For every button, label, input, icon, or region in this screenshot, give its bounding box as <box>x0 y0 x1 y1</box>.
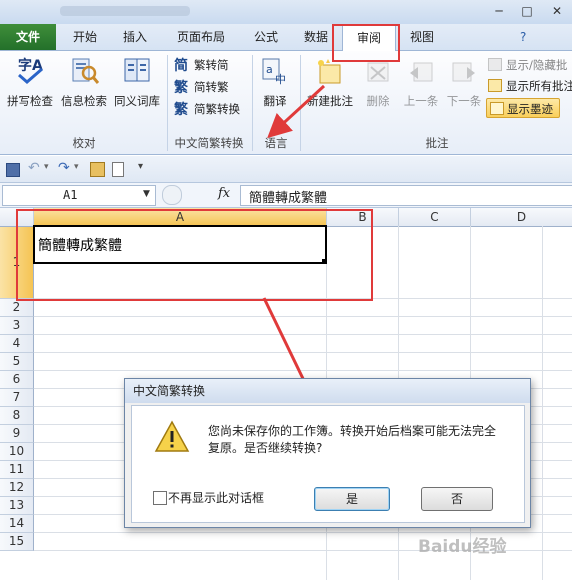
yes-button[interactable]: 是 <box>314 487 390 511</box>
conversion-dialog: 中文简繁转换 您尚未保存你的工作簿。转换开始后档案可能无法完全 复原。是否继续转… <box>124 378 531 528</box>
watermark: Baidu经验 <box>418 537 507 557</box>
dont-show-checkbox[interactable] <box>153 491 167 505</box>
dialog-title-bar: 中文简繁转换 <box>125 379 530 403</box>
warning-icon <box>154 420 190 454</box>
dialog-message-line2: 复原。是否继续转换? <box>208 441 323 455</box>
dont-show-label: 不再显示此对话框 <box>168 491 265 505</box>
dialog-message-line1: 您尚未保存你的工作簿。转换开始后档案可能无法完全 <box>208 424 497 438</box>
dialog-title: 中文简繁转换 <box>133 384 206 398</box>
no-button[interactable]: 否 <box>421 487 493 511</box>
